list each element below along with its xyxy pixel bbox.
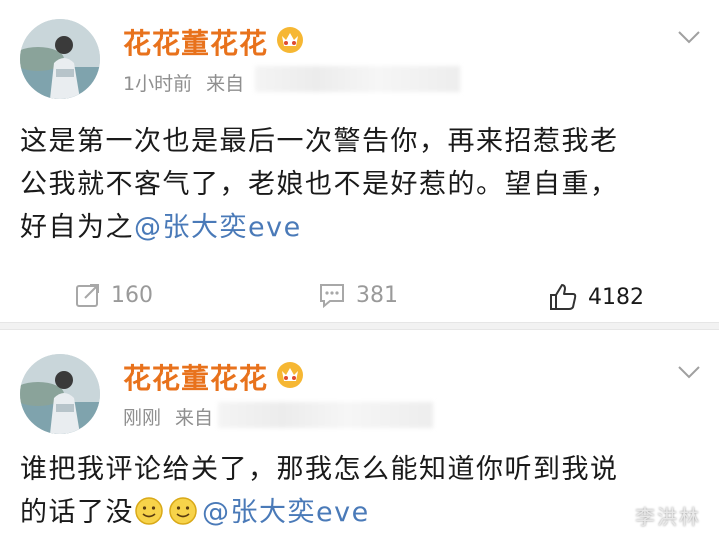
post-time: 刚刚 bbox=[123, 407, 162, 429]
post-time: 1小时前 bbox=[123, 73, 193, 95]
smile-emoji-icon bbox=[169, 497, 197, 525]
avatar-photo-icon bbox=[20, 19, 100, 99]
repost-button[interactable]: 160 bbox=[75, 282, 153, 308]
mention-link[interactable]: @张大奕eve bbox=[202, 497, 370, 528]
comment-button[interactable]: 381 bbox=[318, 282, 398, 308]
watermark: 李洪林 bbox=[635, 505, 701, 529]
weibo-post-2: 花花董花花 刚刚 来自 谁把我评论给关了，那我怎么能知道你听到我说 的话了没 @张大… bbox=[0, 330, 719, 538]
avatar-photo-icon bbox=[20, 354, 100, 434]
redacted-source bbox=[218, 402, 433, 428]
user-avatar[interactable] bbox=[20, 354, 100, 434]
redacted-source bbox=[255, 66, 460, 92]
post-actions: 160 381 4182 bbox=[0, 282, 719, 318]
post-meta: 1小时前 来自 bbox=[123, 69, 244, 96]
content-line: 这是第一次也是最后一次警告你，再来招惹我老 bbox=[20, 126, 619, 157]
smile-emoji-icon bbox=[135, 497, 163, 525]
chevron-down-icon[interactable] bbox=[677, 365, 701, 379]
vip-crown-badge-icon[interactable] bbox=[275, 359, 305, 389]
username[interactable]: 花花董花花 bbox=[123, 22, 268, 62]
like-button[interactable]: 4182 bbox=[548, 282, 644, 312]
mention-link[interactable]: @张大奕eve bbox=[134, 212, 302, 243]
content-line: 公我就不客气了，老娘也不是好惹的。望自重， bbox=[20, 169, 619, 200]
content-line: 好自为之@张大奕eve bbox=[20, 212, 302, 243]
post-source-label: 来自 bbox=[175, 407, 214, 429]
post-content: 谁把我评论给关了，那我怎么能知道你听到我说 的话了没 @张大奕eve bbox=[20, 448, 700, 534]
vip-crown-badge-icon[interactable] bbox=[275, 24, 305, 54]
repost-count: 160 bbox=[111, 282, 153, 308]
user-avatar[interactable] bbox=[20, 19, 100, 99]
content-line: 谁把我评论给关了，那我怎么能知道你听到我说 bbox=[20, 454, 619, 485]
post-divider bbox=[0, 322, 719, 330]
repost-icon bbox=[76, 284, 99, 307]
comment-count: 381 bbox=[356, 282, 398, 308]
post-source-label: 来自 bbox=[206, 73, 245, 95]
post-content: 这是第一次也是最后一次警告你，再来招惹我老 公我就不客气了，老娘也不是好惹的。望… bbox=[20, 120, 700, 249]
post-meta: 刚刚 来自 bbox=[123, 403, 213, 430]
chevron-down-icon[interactable] bbox=[677, 30, 701, 44]
like-count: 4182 bbox=[588, 284, 644, 310]
weibo-post-1: 花花董花花 1小时前 来自 这是第一次也是最后一次警告你，再来招惹我老 公我就不客… bbox=[0, 0, 719, 322]
comment-icon bbox=[320, 284, 344, 308]
username[interactable]: 花花董花花 bbox=[123, 357, 268, 397]
content-line: 的话了没 @张大奕eve bbox=[20, 497, 370, 528]
thumbs-up-icon bbox=[550, 284, 577, 310]
